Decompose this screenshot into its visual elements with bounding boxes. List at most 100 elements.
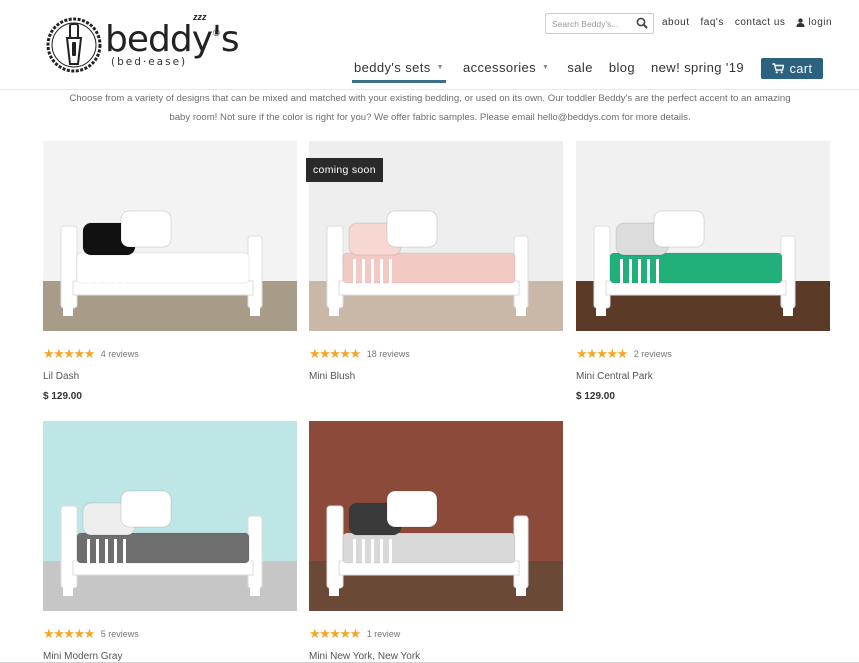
bed-blanket [342, 252, 516, 284]
bed-footboard [513, 515, 529, 589]
about-link[interactable]: about [662, 17, 690, 28]
bed-footboard [247, 235, 263, 309]
product-rating: ★★★★★ 5 reviews [43, 627, 139, 640]
contact-us-link[interactable]: contact us [735, 17, 786, 28]
review-count[interactable]: 1 review [367, 629, 401, 639]
bed-rail-slat [380, 259, 383, 283]
product-image[interactable] [43, 421, 297, 611]
bed-rail-slat [620, 259, 623, 283]
brand-name: beddy's [105, 19, 240, 60]
bed-rail-slat [353, 539, 356, 563]
bed-rail-slat [114, 539, 117, 563]
product-name[interactable]: Mini Blush [309, 371, 355, 382]
bed-rail-slat [87, 259, 90, 283]
bed-leg [250, 306, 260, 316]
bed-rail-slat [371, 539, 374, 563]
bed-rail-slat [371, 259, 374, 283]
product-image[interactable] [309, 421, 563, 611]
nav-blog[interactable]: blog [609, 60, 635, 75]
bed-rail-slat [389, 539, 392, 563]
bed-rail-slat [96, 539, 99, 563]
bed-leg [329, 586, 339, 596]
bed-headboard [326, 505, 344, 589]
star-rating-icon: ★★★★★ [309, 626, 361, 641]
bed-leg [596, 306, 606, 316]
user-icon [796, 18, 805, 27]
bed-photo-illustration [576, 141, 830, 331]
cart-label: cart [789, 61, 813, 76]
star-rating-icon: ★★★★★ [43, 346, 95, 361]
bed-pillow [386, 490, 438, 528]
nav-beddys-sets[interactable]: beddy's sets ▼ [352, 60, 446, 83]
faqs-link[interactable]: faq's [701, 17, 724, 28]
bed-rail-slat [87, 539, 90, 563]
intro-line-2: baby room! Not sure if the color is righ… [169, 112, 691, 123]
product-image[interactable] [43, 141, 297, 331]
bed-headboard [326, 225, 344, 309]
search-input[interactable] [546, 14, 634, 33]
bed-rail-slat [123, 539, 126, 563]
product-price: $ 129.00 [576, 391, 615, 402]
bed-rail-slat [123, 259, 126, 283]
brand-reg-mark: ® [213, 28, 220, 38]
bed-rail-slat [96, 259, 99, 283]
product-rating: ★★★★★ 2 reviews [576, 347, 672, 360]
bed-headboard [593, 225, 611, 309]
chevron-down-icon: ▼ [436, 64, 444, 71]
bed-footboard [513, 235, 529, 309]
review-count[interactable]: 5 reviews [101, 629, 139, 639]
bed-leg [783, 306, 793, 316]
bed-rail-slat [629, 259, 632, 283]
cart-button[interactable]: cart [761, 58, 823, 79]
product-name[interactable]: Mini Modern Gray [43, 651, 122, 662]
review-count[interactable]: 2 reviews [634, 349, 672, 359]
bed-pillow [120, 490, 172, 528]
star-rating-icon: ★★★★★ [576, 346, 628, 361]
nav-new-spring-19[interactable]: new! spring '19 [651, 60, 744, 75]
bed-leg [329, 306, 339, 316]
bed-headboard [60, 505, 78, 589]
brand-zzz: zzz [193, 12, 207, 22]
cart-icon [772, 63, 784, 74]
bed-headboard [60, 225, 78, 309]
review-count[interactable]: 18 reviews [367, 349, 410, 359]
beddys-logo[interactable]: beddy's zzz ® (bed·ease) [45, 12, 240, 74]
login-link[interactable]: login [796, 17, 832, 28]
brand-tagline: (bed·ease) [111, 56, 188, 68]
bed-blanket [76, 252, 250, 284]
search-box [545, 13, 654, 34]
product-card: coming soon ★★★★★ 18 reviews Mini Blush [306, 141, 563, 382]
bed-leg [63, 586, 73, 596]
product-name[interactable]: Mini New York, New York [309, 651, 420, 662]
main-nav: beddy's sets ▼ accessories ▼ sale blog n… [352, 60, 744, 83]
login-label: login [808, 17, 833, 28]
bed-pillow [653, 210, 705, 248]
product-card: ★★★★★ 4 reviews Lil Dash $ 129.00 [43, 141, 297, 402]
product-name[interactable]: Lil Dash [43, 371, 79, 382]
nav-sale[interactable]: sale [567, 60, 592, 75]
bed-rail-slat [638, 259, 641, 283]
nav-beddys-sets-label: beddy's sets [354, 60, 431, 75]
site-header: beddy's zzz ® (bed·ease) about faq's con… [0, 0, 859, 90]
product-card: ★★★★★ 1 review Mini New York, New York [309, 421, 563, 662]
search-icon [636, 17, 648, 29]
product-card: ★★★★★ 5 reviews Mini Modern Gray [43, 421, 297, 662]
bed-pillow [386, 210, 438, 248]
bed-rail-slat [656, 259, 659, 283]
bed-photo-illustration [43, 141, 297, 331]
product-price: $ 129.00 [43, 391, 82, 402]
review-count[interactable]: 4 reviews [101, 349, 139, 359]
bed-footboard [780, 235, 796, 309]
utility-links: about faq's contact us login [662, 17, 832, 28]
bed-leg [516, 306, 526, 316]
product-image[interactable] [576, 141, 830, 331]
product-name[interactable]: Mini Central Park [576, 371, 653, 382]
bed-blanket [609, 252, 783, 284]
intro-line-1: Choose from a variety of designs that ca… [69, 93, 791, 104]
coming-soon-badge: coming soon [306, 158, 383, 182]
search-button[interactable] [634, 16, 650, 31]
bed-footboard [247, 515, 263, 589]
nav-accessories[interactable]: accessories ▼ [463, 60, 549, 75]
bed-rail-slat [362, 539, 365, 563]
bed-leg [516, 586, 526, 596]
